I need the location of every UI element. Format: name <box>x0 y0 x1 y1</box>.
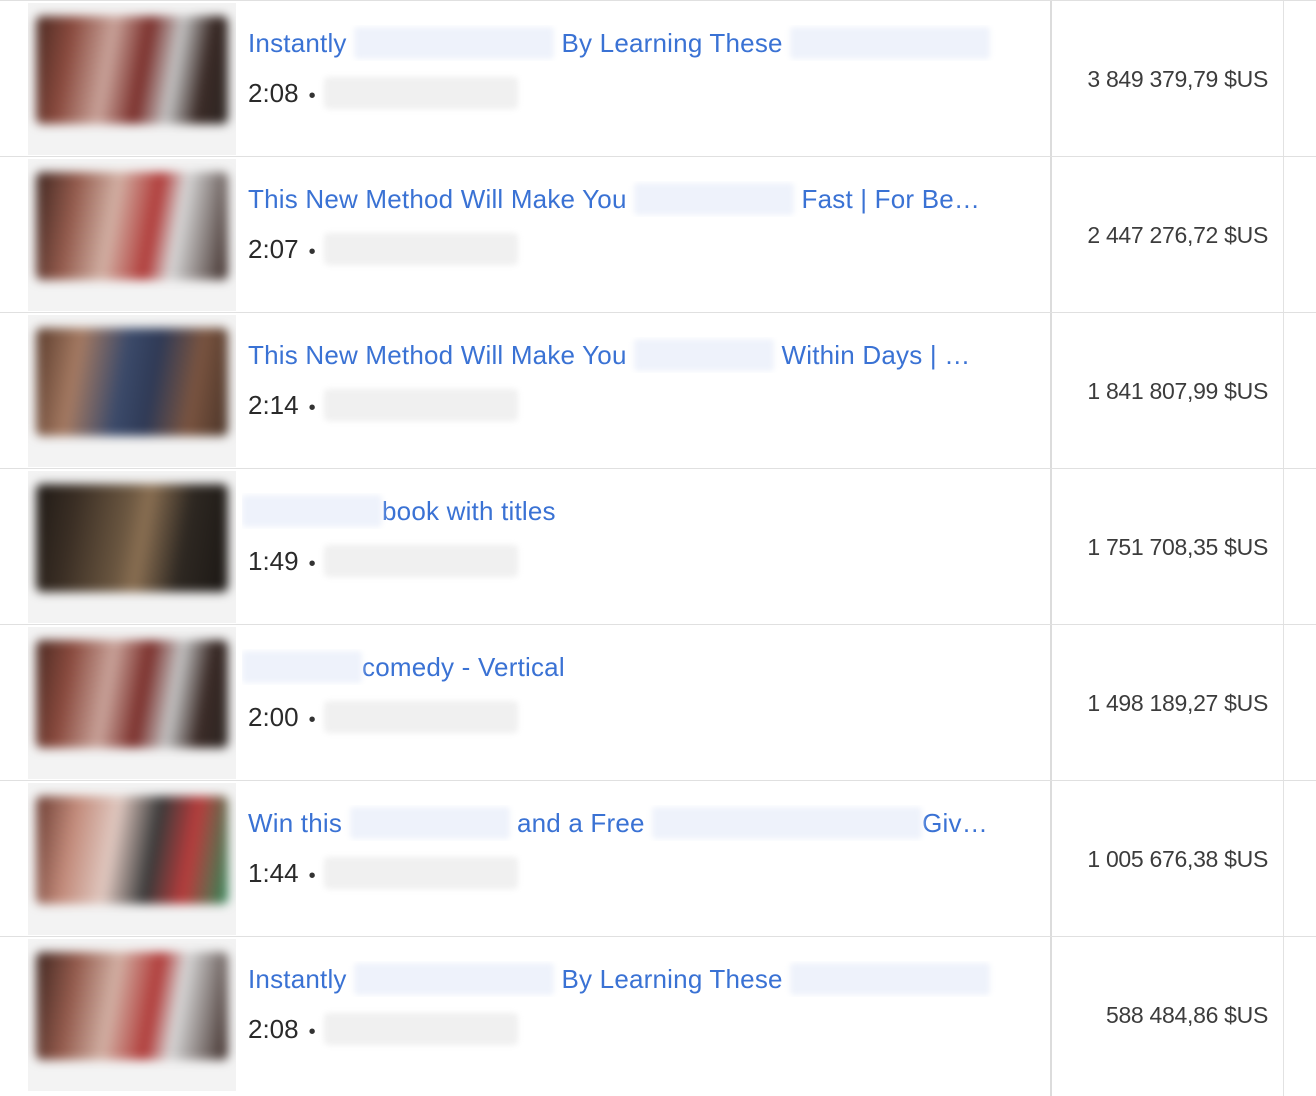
table-row[interactable]: comedy - Vertical 2:00 • 1 498 189,27 $US <box>0 624 1316 780</box>
redacted-channel-name <box>323 545 518 578</box>
revenue-value: 1 751 708,35 $US <box>1087 534 1268 560</box>
redacted-channel-name <box>323 701 518 734</box>
video-thumbnail[interactable] <box>28 939 236 1091</box>
separator-dot: • <box>308 709 316 731</box>
video-duration: 1:49 <box>248 546 299 576</box>
redacted-text <box>242 495 382 528</box>
revenue-value: 2 447 276,72 $US <box>1087 222 1268 248</box>
redacted-text <box>349 807 510 840</box>
video-thumbnail[interactable] <box>28 159 236 311</box>
title-text: Instantly <box>248 964 347 994</box>
title-text: Instantly <box>248 28 347 58</box>
video-meta: 2:08 • <box>248 1011 518 1047</box>
video-title-link[interactable]: Instantly By Learning These <box>248 25 1018 61</box>
video-revenue-table: Instantly By Learning These 2:08 • 3 849 … <box>0 0 1316 1096</box>
video-meta: 1:44 • <box>248 855 518 891</box>
redacted-text <box>634 339 775 372</box>
video-duration: 2:08 <box>248 78 299 108</box>
title-text: Fast | For Be… <box>801 184 981 214</box>
table-row[interactable]: This New Method Will Make You Within Day… <box>0 312 1316 468</box>
video-title-link[interactable]: This New Method Will Make You Within Day… <box>248 337 1018 373</box>
redacted-channel-name <box>323 77 518 110</box>
redacted-text <box>790 963 991 996</box>
video-meta: 2:14 • <box>248 387 518 423</box>
table-row[interactable]: Win this and a Free Giv… 1:44 • 1 005 676… <box>0 780 1316 936</box>
revenue-value: 1 841 807,99 $US <box>1087 378 1268 404</box>
video-duration: 2:00 <box>248 702 299 732</box>
title-text: Within Days | … <box>781 340 971 370</box>
title-text: This New Method Will Make You <box>248 340 627 370</box>
video-title-link[interactable]: comedy - Vertical <box>242 649 1012 685</box>
video-duration: 1:44 <box>248 858 299 888</box>
separator-dot: • <box>308 85 316 107</box>
video-thumbnail[interactable] <box>28 315 236 467</box>
redacted-channel-name <box>323 857 518 890</box>
title-text: book with titles <box>382 496 556 526</box>
video-duration: 2:14 <box>248 390 299 420</box>
video-duration: 2:08 <box>248 1014 299 1044</box>
title-text: This New Method Will Make You <box>248 184 627 214</box>
table-row[interactable]: book with titles 1:49 • 1 751 708,35 $US <box>0 468 1316 624</box>
video-meta: 2:00 • <box>248 699 518 735</box>
redacted-channel-name <box>323 389 518 422</box>
video-duration: 2:07 <box>248 234 299 264</box>
video-title-link[interactable]: This New Method Will Make You Fast | For… <box>248 181 1018 217</box>
separator-dot: • <box>308 1021 316 1043</box>
video-meta: 2:07 • <box>248 231 518 267</box>
table-row[interactable]: Instantly By Learning These 2:08 • 3 849 … <box>0 0 1316 156</box>
redacted-channel-name <box>323 233 518 266</box>
video-thumbnail[interactable] <box>28 627 236 779</box>
video-meta: 2:08 • <box>248 75 518 111</box>
separator-dot: • <box>308 553 316 575</box>
separator-dot: • <box>308 397 316 419</box>
video-thumbnail[interactable] <box>28 3 236 155</box>
title-text: comedy - Vertical <box>362 652 565 682</box>
separator-dot: • <box>308 865 316 887</box>
title-text: By Learning These <box>561 28 783 58</box>
revenue-value: 1 005 676,38 $US <box>1087 846 1268 872</box>
redacted-text <box>790 27 991 60</box>
video-title-link[interactable]: Instantly By Learning These <box>248 961 1018 997</box>
redacted-channel-name <box>323 1013 518 1046</box>
redacted-text <box>354 963 555 996</box>
redacted-text <box>354 27 555 60</box>
video-title-link[interactable]: Win this and a Free Giv… <box>248 805 1018 841</box>
title-text: and a Free <box>516 808 645 838</box>
redacted-text <box>652 807 923 840</box>
video-meta: 1:49 • <box>248 543 518 579</box>
redacted-text <box>634 183 795 216</box>
video-thumbnail[interactable] <box>28 783 236 935</box>
separator-dot: • <box>308 241 316 263</box>
redacted-text <box>242 651 362 684</box>
title-text: By Learning These <box>561 964 783 994</box>
revenue-value: 588 484,86 $US <box>1105 1002 1268 1028</box>
revenue-value: 1 498 189,27 $US <box>1087 690 1268 716</box>
revenue-value: 3 849 379,79 $US <box>1087 66 1268 92</box>
table-row[interactable]: This New Method Will Make You Fast | For… <box>0 156 1316 312</box>
title-text: Win this <box>248 808 343 838</box>
video-title-link[interactable]: book with titles <box>242 493 1012 529</box>
video-thumbnail[interactable] <box>28 471 236 623</box>
title-text: Giv… <box>922 808 988 838</box>
table-row[interactable]: Instantly By Learning These 2:08 • 588 48… <box>0 936 1316 1096</box>
